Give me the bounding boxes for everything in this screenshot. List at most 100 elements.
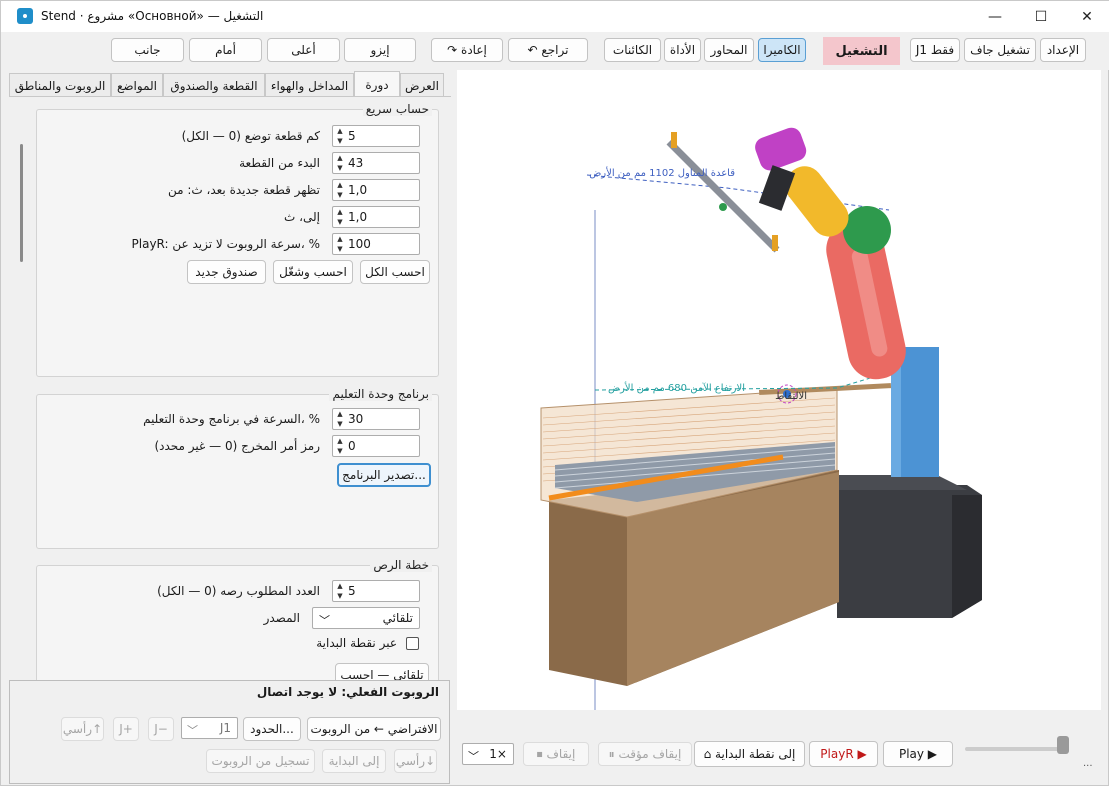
vertical-up-button[interactable]: رأسي↑	[61, 717, 104, 741]
teach-speed-label: السرعة في برنامج وحدة التعليم، %	[143, 412, 320, 426]
calc-all-button[interactable]: احسب الكل	[360, 260, 430, 284]
via-start-checkbox[interactable]	[406, 637, 419, 650]
speed-select[interactable]: ﹀ 1×	[462, 743, 514, 765]
stacking-calc-button[interactable]: تلقائي — احسب	[335, 663, 429, 680]
jog-minus-button[interactable]: J−	[148, 717, 174, 741]
app-window: Stend · مشروع «Основной» — التشغيل — ☐ ✕…	[0, 0, 1109, 786]
chevron-down-icon: ﹀	[468, 750, 479, 763]
limits-button[interactable]: الحدود...	[243, 717, 301, 741]
tcp-point	[719, 203, 727, 211]
robot-base-top	[837, 475, 967, 490]
objects-button[interactable]: الكائنات	[604, 38, 661, 62]
tab-robot-zones[interactable]: الروبوت والمناطق	[9, 73, 111, 97]
output-code-spin[interactable]: ▲ ▼ 0	[332, 435, 420, 457]
tab-inputs-air[interactable]: المداخل والهواء	[265, 73, 354, 97]
vertical-scrollbar[interactable]	[20, 144, 23, 262]
setup-button[interactable]: الإعداد	[1040, 38, 1086, 62]
new-piece-to-label: إلى، ث	[284, 210, 320, 224]
output-code-label: رمز أمر المخرج (0 — غير محدد)	[154, 439, 320, 453]
playback-bar: ﹀ 1× ⏹ إيقاف ⏸ إيقاف مؤقت ⌂ إلى نقطة الب…	[457, 710, 1101, 784]
view-iso-button[interactable]: إيزو	[344, 38, 416, 62]
dry-run-button[interactable]: تشغيل جاف	[964, 38, 1036, 62]
maximize-button[interactable]: ☐	[1018, 1, 1064, 32]
view-top-button[interactable]: أعلى	[267, 38, 340, 62]
window-title: Stend · مشروع «Основной» — التشغيل	[41, 9, 264, 23]
view-side-button[interactable]: جانب	[111, 38, 184, 62]
pick-label: الالتقاط	[775, 391, 807, 402]
new-piece-from-spin[interactable]: ▲ ▼ 1,0	[332, 179, 420, 201]
new-box-button[interactable]: صندوق جديد	[187, 260, 266, 284]
view-front-button[interactable]: أمام	[189, 38, 262, 62]
start-piece-spin[interactable]: ▲ ▼ 43	[332, 152, 420, 174]
left-panel: العرض دورة المداخل والهواء القطعة والصند…	[9, 70, 451, 680]
run-mode-button[interactable]: التشغيل	[823, 37, 900, 65]
play-button[interactable]: Play ▶	[883, 741, 953, 767]
start-piece-label: البدء من القطعة	[239, 156, 320, 170]
gripper-pin-1	[671, 132, 677, 148]
quick-calc-group: حساب سريع ▲ ▼ 5 كم قطعة توضع (0 — الكل) ▲…	[36, 102, 439, 377]
real-robot-status: الروبوت الفعلي: لا يوجد اتصال	[256, 685, 439, 699]
minimize-button[interactable]: —	[972, 1, 1018, 32]
title-bar: Stend · مشروع «Основной» — التشغيل — ☐ ✕	[1, 1, 1109, 32]
gripper-pin-2	[772, 235, 778, 251]
teach-program-group: برنامج وحدة التعليم ▲ ▼ 30 السرعة في برنا…	[36, 387, 439, 549]
pause-button[interactable]: ⏸ إيقاف مؤقت	[598, 742, 692, 766]
source-label: المصدر	[263, 611, 300, 625]
corner-text: ...	[1083, 758, 1093, 769]
tab-cycle[interactable]: دورة	[354, 71, 400, 97]
real-robot-panel: الروبوت الفعلي: لا يوجد اتصال الافتراضي …	[9, 680, 450, 784]
new-piece-from-label: تظهر قطعة جديدة بعد، ث: من	[167, 183, 320, 197]
tab-view[interactable]: العرض	[400, 73, 444, 97]
teach-program-title: برنامج وحدة التعليم	[329, 387, 432, 401]
to-start-button[interactable]: إلى البداية	[322, 749, 386, 773]
export-program-button[interactable]: تصدير البرنامج...	[337, 463, 431, 487]
joint-select-value: J1	[219, 721, 231, 735]
toolbar: جانب أمام أعلى إيزو ↷ إعادة ↶ تراجع الكا…	[1, 32, 1109, 70]
playr-button[interactable]: PlayR ▶	[809, 741, 878, 767]
axes-button[interactable]: المحاور	[704, 38, 754, 62]
source-select[interactable]: ﹀ تلقائي	[312, 607, 420, 629]
joint-select[interactable]: ﹀ J1	[181, 717, 238, 739]
robot-tool-mount	[758, 165, 796, 211]
vertical-down-button[interactable]: رأسي↓	[394, 749, 437, 773]
speed-slider-track[interactable]	[965, 747, 1067, 751]
new-piece-to-spin[interactable]: ▲ ▼ 1,0	[332, 206, 420, 228]
record-from-robot-button[interactable]: تسجيل من الروبوت	[206, 749, 315, 773]
close-button[interactable]: ✕	[1064, 1, 1109, 32]
stop-button[interactable]: ⏹ إيقاف	[523, 742, 589, 766]
stack-count-label: العدد المطلوب رصه (0 — الكل)	[157, 584, 320, 598]
base-height-label: قاعدة المناول 1102 مم من الأرض	[589, 166, 735, 179]
safe-height-label: الارتفاع الآمن 680 مم من الأرض	[608, 381, 745, 394]
robot-wrist	[755, 127, 807, 171]
source-select-value: تلقائي	[382, 611, 413, 625]
via-start-label: عبر نقطة البداية	[316, 636, 397, 650]
teach-speed-spin[interactable]: ▲ ▼ 30	[332, 408, 420, 430]
robot-speed-label: PlayR: سرعة الروبوت لا تزيد عن، %	[131, 237, 320, 251]
speed-slider-thumb[interactable]	[1057, 736, 1069, 754]
chevron-down-icon: ﹀	[319, 614, 330, 627]
camera-button[interactable]: الكاميرا	[758, 38, 806, 62]
pieces-count-spin[interactable]: ▲ ▼ 5	[332, 125, 420, 147]
go-to-start-button[interactable]: ⌂ إلى نقطة البداية	[694, 741, 805, 767]
robot-elbow	[843, 206, 891, 254]
tab-bar: العرض دورة المداخل والهواء القطعة والصند…	[9, 71, 451, 97]
undo-button[interactable]: ↶ تراجع	[508, 38, 588, 62]
quick-calc-title: حساب سريع	[362, 102, 432, 116]
redo-button[interactable]: ↷ إعادة	[431, 38, 503, 62]
robot-base-side	[952, 495, 982, 618]
3d-viewport[interactable]: قاعدة المناول 1102 مم من الأرض الارتفاع …	[457, 70, 1101, 710]
app-gear-icon	[17, 8, 33, 24]
tool-button[interactable]: الأداة	[664, 38, 701, 62]
j1-only-button[interactable]: J1 فقط	[910, 38, 960, 62]
robot-speed-spin[interactable]: ▲ ▼ 100	[332, 233, 420, 255]
tab-positions[interactable]: المواضع	[111, 73, 163, 97]
jog-plus-button[interactable]: J+	[113, 717, 139, 741]
stack-count-spin[interactable]: ▲ ▼ 5	[332, 580, 420, 602]
default-from-robot-button[interactable]: الافتراضي ← من الروبوت	[307, 717, 441, 741]
settings-scroll-area: حساب سريع ▲ ▼ 5 كم قطعة توضع (0 — الكل) ▲…	[9, 96, 451, 680]
stacking-plan-group: خطة الرص ▲ ▼ 5 العدد المطلوب رصه (0 — الك…	[36, 558, 439, 680]
calc-run-button[interactable]: احسب وشغّل	[273, 260, 353, 284]
tab-part-box[interactable]: القطعة والصندوق	[163, 73, 265, 97]
robot-pedestal	[897, 347, 939, 477]
chevron-down-icon: ﹀	[187, 724, 198, 737]
